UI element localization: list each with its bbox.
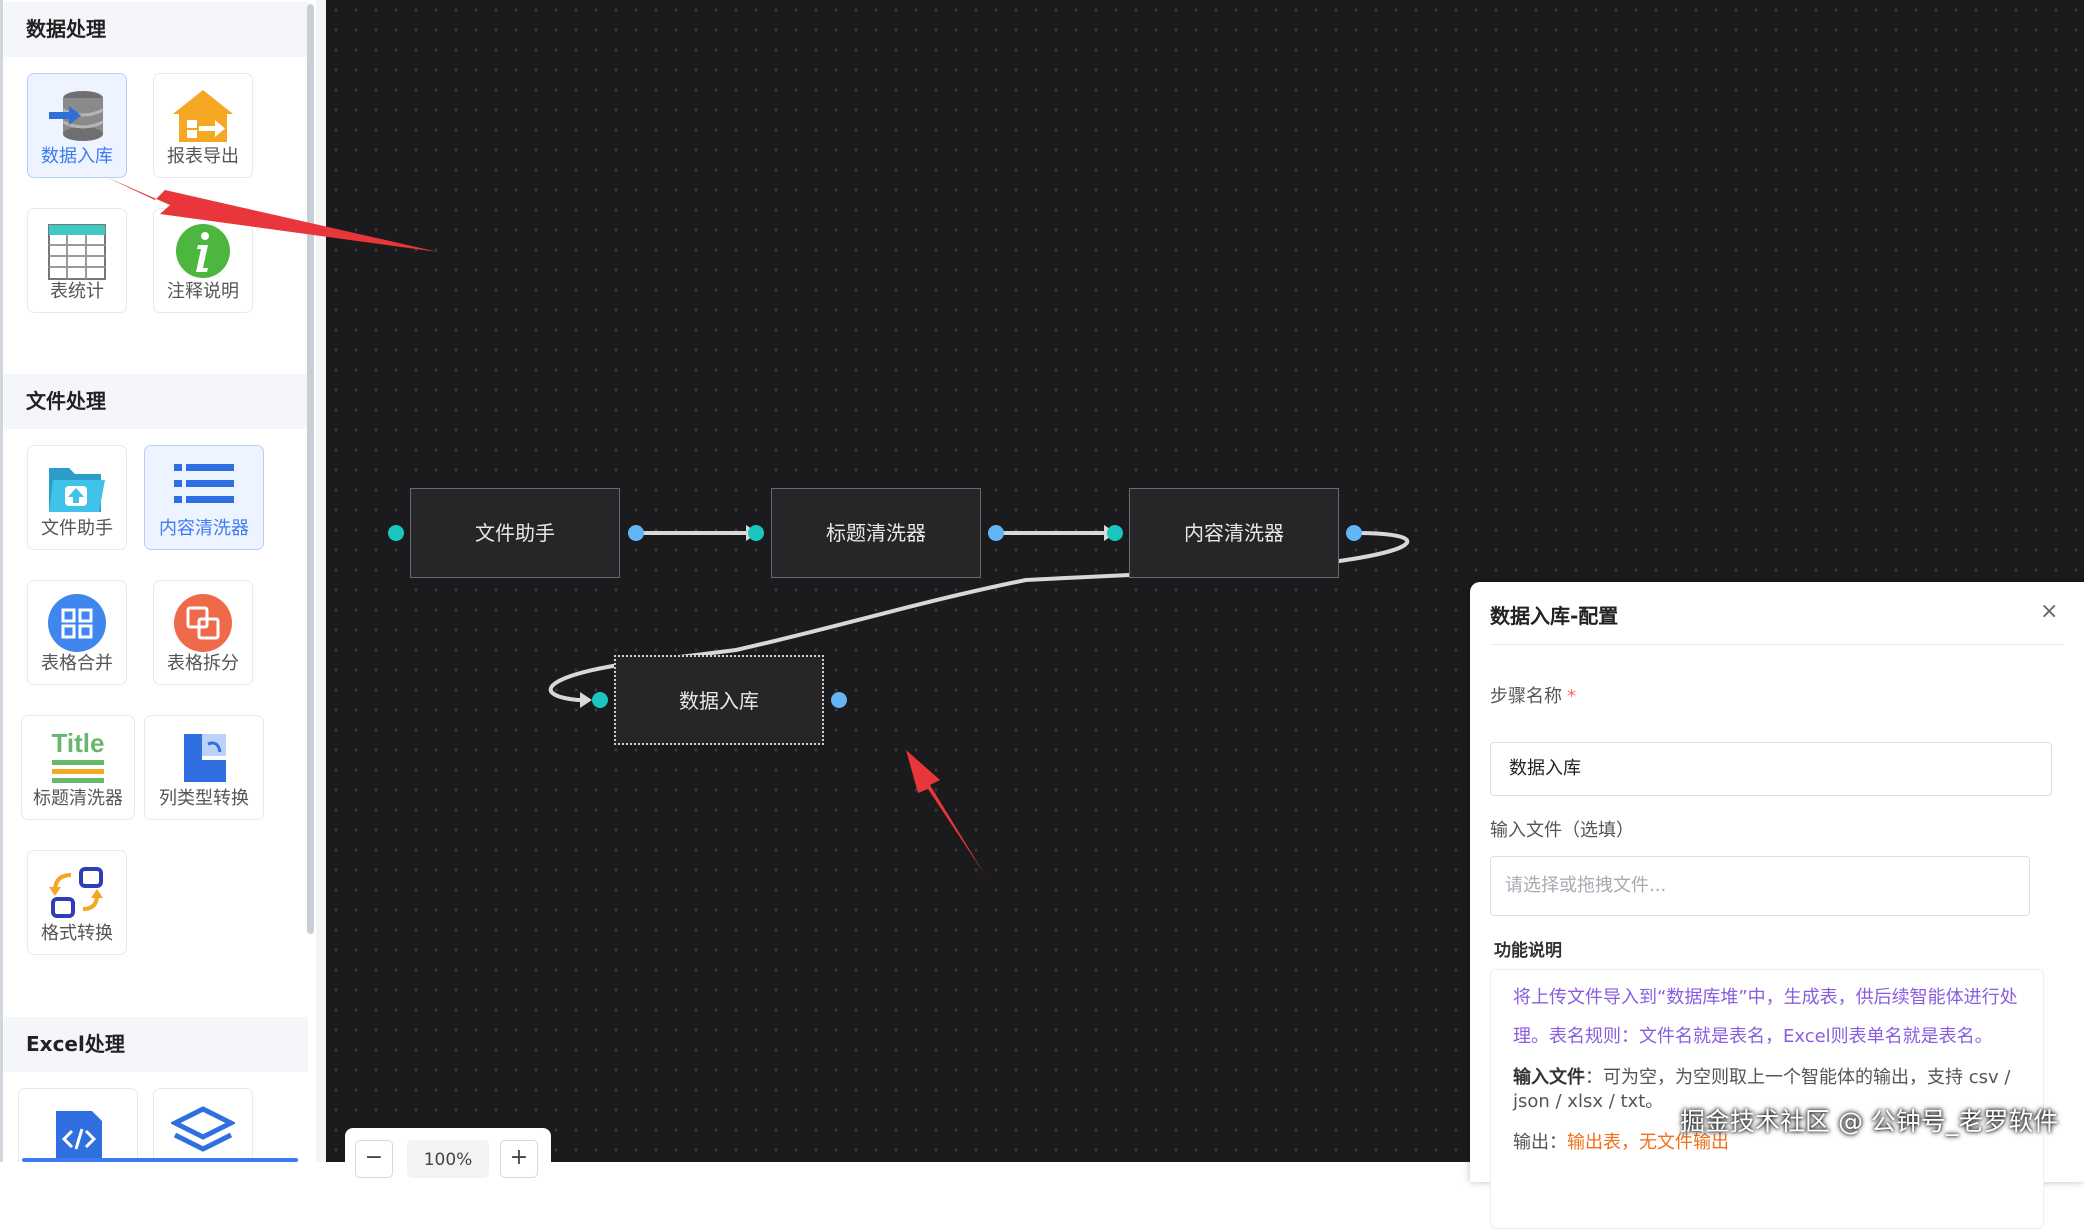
input-file-picker[interactable]: 请选择或拖拽文件...	[1490, 856, 2030, 916]
annotation-arrow	[906, 750, 985, 875]
required-mark: *	[1567, 686, 1576, 707]
input-file-label: 输入文件（选填）	[1490, 820, 1634, 841]
config-title: 数据入库-配置	[1490, 604, 1619, 628]
output-label: 输出：	[1513, 1132, 1567, 1153]
function-section-title: 功能说明	[1494, 941, 1562, 961]
annotation-arrow	[104, 176, 438, 252]
close-icon[interactable]: ×	[2040, 599, 2058, 624]
config-divider	[1490, 644, 2064, 645]
step-name-label: 步骤名称 *	[1490, 682, 1576, 708]
step-name-input[interactable]: 数据入库	[1490, 742, 2052, 796]
function-description-box: 将上传文件导入到“数据库堆”中，生成表，供后续智能体进行处理。表名规则：文件名就…	[1490, 969, 2044, 1229]
output-value: 输出表	[1567, 1132, 1621, 1153]
function-description: 将上传文件导入到“数据库堆”中，生成表，供后续智能体进行处理。表名规则：文件名就…	[1513, 987, 2018, 1047]
input-desc-label: 输入文件	[1513, 1067, 1585, 1088]
config-panel: 数据入库-配置 × 步骤名称 * 数据入库 输入文件（选填） 请选择或拖拽文件..…	[1470, 582, 2084, 1229]
step-name-label-text: 步骤名称	[1490, 686, 1562, 707]
watermark: 掘金技术社区 @ 公钟号_老罗软件	[1680, 1107, 2059, 1136]
